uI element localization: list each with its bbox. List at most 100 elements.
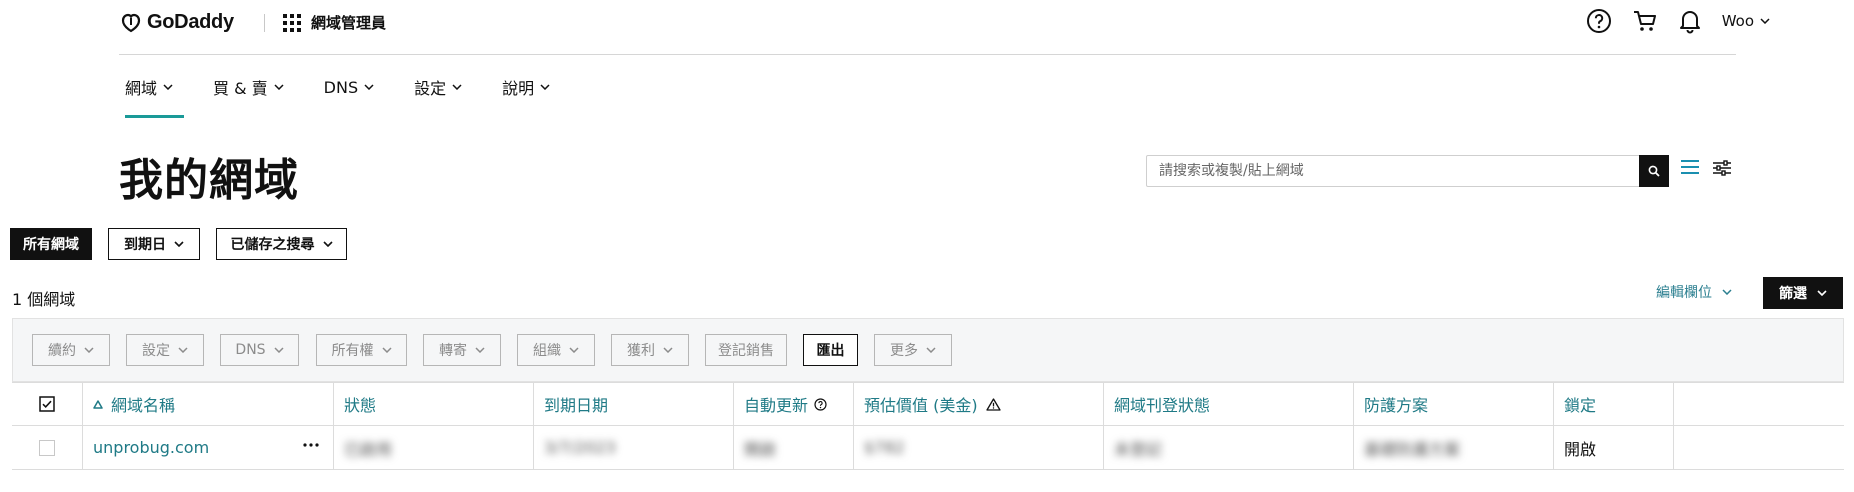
- column-expiry-date[interactable]: 到期日期: [534, 383, 734, 425]
- warning-icon[interactable]: [985, 397, 1001, 411]
- status-value: 已啟用: [344, 439, 393, 459]
- domain-link[interactable]: unprobug.com: [93, 438, 209, 457]
- lock-value: 開啟: [1564, 439, 1597, 459]
- more-button[interactable]: 更多: [874, 334, 952, 366]
- column-status[interactable]: 狀態: [334, 383, 534, 425]
- protection-value: 基礎防護方案: [1364, 439, 1461, 459]
- user-menu[interactable]: Woo: [1722, 12, 1770, 30]
- expiry-cell: 3/7/2023: [534, 426, 734, 469]
- button-label: 轉寄: [439, 343, 467, 359]
- sliders-icon[interactable]: [1713, 160, 1731, 176]
- column-label: 網域名稱: [111, 396, 176, 415]
- column-label: 鎖定: [1564, 396, 1597, 415]
- user-name: Woo: [1721, 12, 1754, 30]
- grid-icon: [283, 13, 301, 32]
- nav-buy-sell[interactable]: 買 & 賣: [207, 72, 290, 102]
- nav-domains[interactable]: 網域: [119, 72, 185, 118]
- column-estimated-value[interactable]: 預估價值 (美金): [854, 383, 1104, 425]
- search-input[interactable]: [1147, 157, 1639, 185]
- dns-action-button[interactable]: DNS: [220, 334, 299, 366]
- header-separator: [264, 14, 265, 32]
- chevron-down-icon: [174, 241, 184, 247]
- chevron-down-icon: [663, 347, 673, 353]
- auto-renew-cell: 開啟: [734, 426, 854, 469]
- row-checkbox[interactable]: [39, 439, 55, 456]
- monetize-button[interactable]: 獲利: [611, 334, 689, 366]
- listing-status-value: 未登記: [1114, 439, 1163, 459]
- sort-ascending-icon: [93, 399, 103, 409]
- chevron-down-icon: [381, 347, 392, 353]
- column-listing-status[interactable]: 網域刊登狀態: [1104, 383, 1354, 425]
- page-title: 我的網域: [119, 155, 299, 206]
- domain-count: 1 個網域: [12, 290, 76, 309]
- domain-search: [1146, 155, 1669, 187]
- est-value-cell: $782: [854, 426, 1104, 469]
- column-label: 狀態: [344, 396, 377, 415]
- button-label: 到期日: [124, 237, 166, 253]
- godaddy-logo[interactable]: GoDaddy: [119, 10, 234, 34]
- help-icon[interactable]: [1586, 8, 1612, 34]
- nav-label: 買 & 賣: [213, 79, 268, 98]
- expiry-filter[interactable]: 到期日: [108, 228, 200, 260]
- more-options-icon[interactable]: [303, 442, 319, 447]
- nav-settings[interactable]: 設定: [408, 72, 468, 102]
- column-spacer: [1674, 383, 1844, 425]
- app-title: 網域管理員: [311, 14, 387, 32]
- help-icon[interactable]: [814, 397, 827, 411]
- chevron-down-icon: [569, 347, 579, 353]
- button-label: 續約: [48, 343, 76, 359]
- search-button[interactable]: [1639, 155, 1669, 187]
- button-label: 獲利: [627, 343, 655, 359]
- cart-icon[interactable]: [1632, 8, 1658, 34]
- forwarding-button[interactable]: 轉寄: [423, 334, 501, 366]
- export-button[interactable]: 匯出: [803, 334, 858, 366]
- row-select-cell: [12, 426, 83, 469]
- renew-button[interactable]: 續約: [32, 334, 110, 366]
- brand-name: GoDaddy: [147, 10, 234, 33]
- chevron-down-icon: [452, 84, 462, 90]
- button-label: 更多: [890, 343, 918, 359]
- bell-icon[interactable]: [1678, 8, 1702, 34]
- list-view-icon[interactable]: [1681, 160, 1699, 176]
- nav-help[interactable]: 說明: [496, 72, 556, 102]
- chevron-down-icon: [84, 347, 94, 353]
- column-lock[interactable]: 鎖定: [1554, 383, 1674, 425]
- chevron-down-icon: [163, 84, 173, 90]
- nav-label: 說明: [502, 79, 535, 98]
- expiry-value: 3/7/2023: [544, 438, 616, 457]
- protection-cell: 基礎防護方案: [1354, 426, 1554, 469]
- chevron-down-icon: [274, 84, 284, 90]
- chevron-down-icon: [178, 347, 188, 353]
- godaddy-logo-icon: [119, 10, 143, 34]
- filter-button[interactable]: 篩選: [1763, 277, 1843, 309]
- column-protection[interactable]: 防護方案: [1354, 383, 1554, 425]
- button-label: 匯出: [816, 343, 845, 359]
- button-label: 篩選: [1779, 286, 1807, 302]
- list-for-sale-button[interactable]: 登記銷售: [705, 334, 787, 366]
- nav-label: DNS: [323, 77, 359, 97]
- ownership-button[interactable]: 所有權: [316, 334, 407, 366]
- button-label: 所有權: [331, 343, 374, 359]
- column-auto-renew[interactable]: 自動更新: [734, 383, 854, 425]
- chevron-down-icon: [1817, 290, 1827, 296]
- chevron-down-icon: [926, 347, 936, 353]
- edit-columns-button[interactable]: 編輯欄位: [1656, 282, 1732, 302]
- button-label: 設定: [142, 343, 170, 359]
- app-switcher[interactable]: 網域管理員: [283, 12, 386, 33]
- saved-searches-filter[interactable]: 已儲存之搜尋: [216, 228, 347, 260]
- chevron-down-icon: [364, 84, 374, 90]
- settings-action-button[interactable]: 設定: [126, 334, 204, 366]
- chevron-down-icon: [540, 84, 550, 90]
- button-label: 組織: [533, 343, 561, 359]
- nav-dns[interactable]: DNS: [318, 72, 380, 102]
- organize-button[interactable]: 組織: [517, 334, 595, 366]
- est-value-value: $782: [864, 438, 905, 457]
- all-domains-button[interactable]: 所有網域: [10, 228, 92, 260]
- select-all-checkbox[interactable]: [39, 396, 55, 412]
- column-label: 網域刊登狀態: [1114, 396, 1211, 415]
- button-label: 登記銷售: [718, 343, 774, 359]
- domains-table: 網域名稱 狀態 到期日期 自動更新 預估價值 (美金) 網域刊登狀態 防護方案 …: [12, 382, 1844, 470]
- column-domain-name[interactable]: 網域名稱: [83, 383, 334, 425]
- column-label: 自動更新: [744, 396, 809, 415]
- button-label: 編輯欄位: [1656, 285, 1712, 301]
